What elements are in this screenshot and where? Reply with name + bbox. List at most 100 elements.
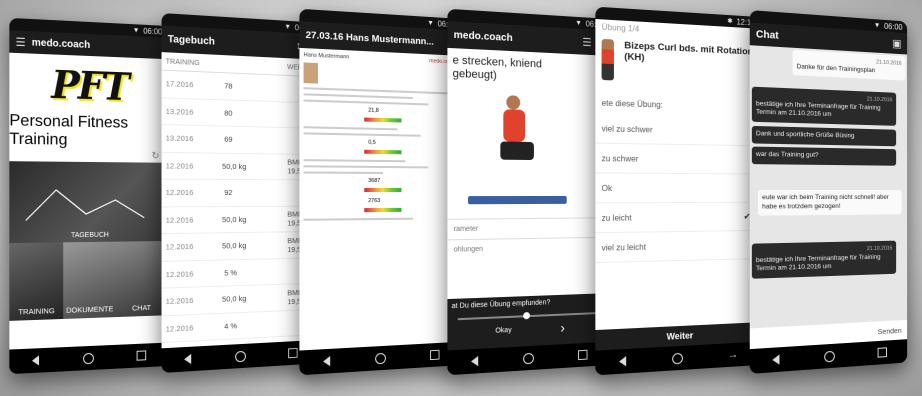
home-icon[interactable] xyxy=(824,350,835,362)
recents-icon[interactable] xyxy=(578,349,588,361)
doc-value-1: 21,8 xyxy=(368,107,379,114)
table-row[interactable]: 12.2016 4 % xyxy=(161,309,319,344)
doc-value-2: 0,5 xyxy=(368,139,376,146)
row-date: 12.2016 xyxy=(165,215,194,225)
back-icon[interactable] xyxy=(772,354,780,366)
wifi-icon: ▼ xyxy=(427,19,434,27)
doc-value-3: 3687 xyxy=(368,177,381,184)
chat-message: 21.10.2016 bestätige ich Ihre Terminanfra… xyxy=(751,240,897,279)
document-page[interactable]: Hans Mustermann medo.coach 21,8 0,5 3687… xyxy=(303,52,458,346)
rating-option-label: zu leicht xyxy=(601,212,632,223)
rating-screen: ✱ 12:18 Übung 1/4 Bizeps Curl bds. mit Ro… xyxy=(595,6,760,351)
rating-option[interactable]: viel zu leicht xyxy=(595,230,760,264)
exercise-image xyxy=(447,86,609,219)
table-row[interactable]: 12.2016 50,0 kg BMI 19,53 xyxy=(161,206,319,235)
exercise-name: Bizeps Curl bds. mit Rotation (KH) xyxy=(624,40,753,64)
row-val: 78 xyxy=(224,81,233,91)
row-val: 5 % xyxy=(224,267,238,278)
doc-scale-3 xyxy=(364,187,402,192)
calendar-icon[interactable]: ▣ xyxy=(892,37,902,50)
athlete-head xyxy=(506,95,521,110)
chat-message: 21.10.2016 bestätige ich Ihre Terminanfra… xyxy=(751,86,897,126)
doc-scale-2 xyxy=(364,149,402,155)
message-text: war das Training gut? xyxy=(755,150,819,159)
recents-icon[interactable] xyxy=(136,350,147,361)
athlete-thumb xyxy=(601,38,615,81)
rating-option[interactable]: Ok xyxy=(595,173,760,204)
back-icon[interactable] xyxy=(31,355,40,366)
chat-message: eute war ich beim Training nicht schnell… xyxy=(758,189,902,216)
message-text: eute war ich beim Training nicht schnell… xyxy=(762,193,889,211)
athlete-shirt xyxy=(503,109,526,142)
menu-icon[interactable]: ☰ xyxy=(16,35,26,49)
tile-chat-label: CHAT xyxy=(132,303,152,313)
row-date: 12.2016 xyxy=(165,322,194,334)
rating-options: viel zu schwer zu schwer Ok zu leicht ✔ viel … xyxy=(595,113,760,264)
forward-arrow-icon[interactable]: → xyxy=(728,349,738,361)
doc-scale-1 xyxy=(364,117,402,123)
table-row[interactable]: 12.2016 50,0 kg BMI 19,53 xyxy=(161,152,319,181)
status-time: 06:00 xyxy=(143,26,163,36)
row-date: 17.2016 xyxy=(165,79,194,90)
message-text: bestätige ich Ihre Terminanfrage für Tra… xyxy=(755,253,881,273)
home-icon[interactable] xyxy=(375,352,387,364)
tile-training[interactable]: TRAINING xyxy=(9,242,64,321)
table-row[interactable]: 12.2016 50,0 kg BMI 19,53 xyxy=(161,231,319,262)
doc-value-4: 2763 xyxy=(368,198,381,205)
row-val: 50,0 kg xyxy=(222,294,247,305)
chat-thread[interactable]: 21.10.2016 Danke für den Trainingsplan 21.… xyxy=(749,45,908,329)
wifi-icon: ▼ xyxy=(284,23,291,31)
recents-icon[interactable] xyxy=(288,347,298,359)
row-date: 12.2016 xyxy=(165,269,194,280)
document-title: 27.03.16 Hans Mustermann... xyxy=(305,29,434,48)
table-row[interactable]: 13.2016 80 xyxy=(161,97,319,129)
back-icon[interactable] xyxy=(322,355,331,367)
message-text: Dank und sportliche Grüße Büsing xyxy=(755,130,855,140)
recents-icon[interactable] xyxy=(430,349,440,361)
tile-chat[interactable]: CHAT xyxy=(115,240,167,318)
row-val: 4 % xyxy=(224,320,238,331)
tile-documents[interactable]: DOKUMENTE xyxy=(63,241,116,319)
document-screen: ▼06:00 27.03.16 Hans Mustermann... Hans … xyxy=(299,8,461,351)
rating-option[interactable]: zu leicht ✔ xyxy=(595,202,760,234)
back-icon[interactable] xyxy=(619,356,627,367)
feedback-panel: at Du diese Übung empfunden? Okay › xyxy=(447,293,609,351)
home-icon[interactable] xyxy=(672,352,684,364)
home-icon[interactable] xyxy=(235,350,246,362)
hero-diary[interactable]: TAGEBUCH xyxy=(9,161,168,244)
back-icon[interactable] xyxy=(470,355,479,367)
doc-photo xyxy=(303,62,318,84)
wifi-icon: ▼ xyxy=(132,26,140,34)
list-icon[interactable]: ☰ xyxy=(582,35,591,48)
logo: PFT xyxy=(9,52,168,116)
tile-training-label: TRAINING xyxy=(18,306,55,317)
feedback-question: at Du diese Übung empfunden? xyxy=(451,299,551,311)
row-val: 50,0 kg xyxy=(222,161,247,171)
home-icon[interactable] xyxy=(83,352,94,364)
table-row[interactable]: 13.2016 69 xyxy=(161,125,319,155)
recents-icon[interactable] xyxy=(877,347,887,358)
phone-diary: ▼06:00 Tagebuch ↕ + TRAINING WERTE 17.20… xyxy=(161,13,319,373)
logo-text: PFT xyxy=(51,60,128,109)
chat-message: Dank und sportliche Grüße Büsing xyxy=(751,125,897,146)
app-title: medo.coach xyxy=(31,36,91,51)
home-icon[interactable] xyxy=(523,352,535,364)
exercise-screen: ▼06:00 medo.coach ☰ ◙ e strecken, kniend… xyxy=(447,8,609,351)
slider-thumb[interactable] xyxy=(523,312,531,320)
back-icon[interactable] xyxy=(184,353,192,365)
rating-option-label: Ok xyxy=(601,183,613,193)
refresh-icon[interactable]: ↻ xyxy=(152,151,160,163)
status-time: 06:00 xyxy=(884,21,903,32)
phone-document: ▼06:00 27.03.16 Hans Mustermann... Hans … xyxy=(299,8,461,376)
table-row[interactable]: 12.2016 92 xyxy=(161,179,319,207)
home-screen: ▼ 06:00 ☰ medo.coach PFT Personal Fitness… xyxy=(9,17,168,350)
send-button[interactable]: Senden xyxy=(878,325,902,335)
rating-option[interactable]: zu schwer xyxy=(595,143,760,175)
doc-person: Hans Mustermann xyxy=(303,52,350,61)
rating-option[interactable]: viel zu schwer xyxy=(595,113,760,147)
app-title: medo.coach xyxy=(453,29,513,44)
row-date: 13.2016 xyxy=(165,106,194,117)
tile-grid: TRAINING DOKUMENTE CHAT xyxy=(9,240,167,321)
next-arrow-icon[interactable]: › xyxy=(560,319,564,335)
page-title: Tagebuch xyxy=(167,33,215,48)
